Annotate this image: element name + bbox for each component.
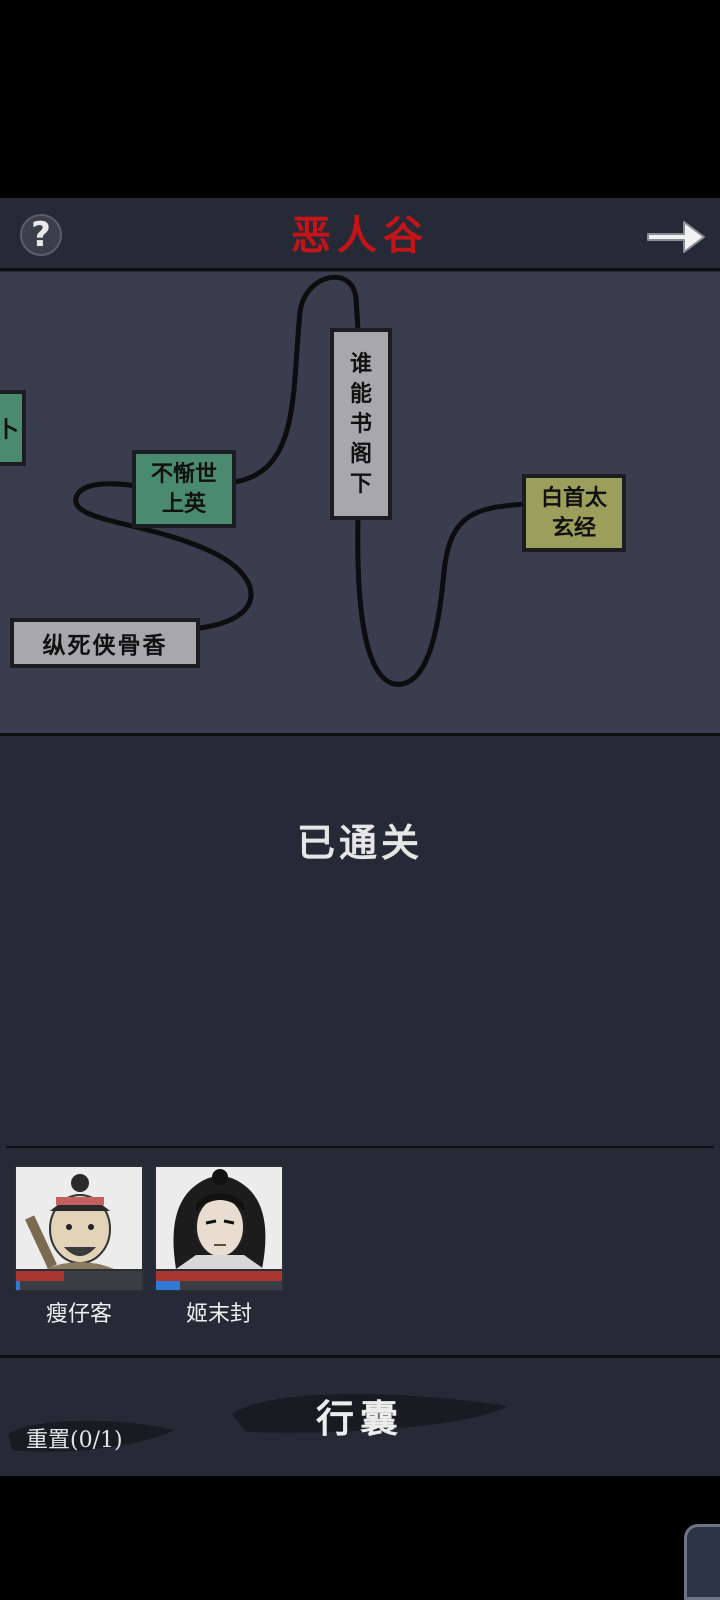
menu-icon[interactable]: [684, 1524, 720, 1600]
header-divider: [0, 268, 720, 271]
stage-title: 恶人谷: [291, 212, 429, 259]
stage-node-baishou[interactable]: 白首太玄经: [522, 474, 626, 552]
character-portrait: [16, 1167, 142, 1269]
reset-button[interactable]: 重置(0/1): [26, 1422, 123, 1454]
party-member-name: 姬末封: [185, 1302, 252, 1327]
inventory-button[interactable]: 行囊: [290, 1388, 430, 1443]
character-portrait: [156, 1167, 282, 1269]
stage-node-zongsi[interactable]: 纵死侠骨香: [10, 618, 200, 668]
help-button[interactable]: ?: [20, 214, 62, 256]
party-member-1[interactable]: [14, 1165, 144, 1291]
arrow-right-icon[interactable]: [644, 214, 708, 260]
hp-bar: [16, 1271, 142, 1281]
mp-bar: [16, 1281, 142, 1290]
footer-divider: [0, 1355, 720, 1358]
hp-bar: [156, 1271, 282, 1281]
party-member-2[interactable]: [154, 1165, 284, 1291]
party-member-name: 瘦仔客: [45, 1302, 112, 1327]
party-divider: [6, 1146, 714, 1148]
clear-status: 已通关: [296, 820, 423, 865]
stage-node-busi[interactable]: 不惭世上英: [132, 450, 236, 528]
stage-map: 卜 不惭世上英 谁能书阁下 白首太玄经 纵死侠骨香: [0, 272, 720, 734]
stage-node-partial[interactable]: 卜: [0, 390, 26, 466]
stage-node-shui[interactable]: 谁能书阁下: [330, 328, 392, 520]
mp-bar: [156, 1281, 282, 1290]
map-divider: [0, 733, 720, 736]
